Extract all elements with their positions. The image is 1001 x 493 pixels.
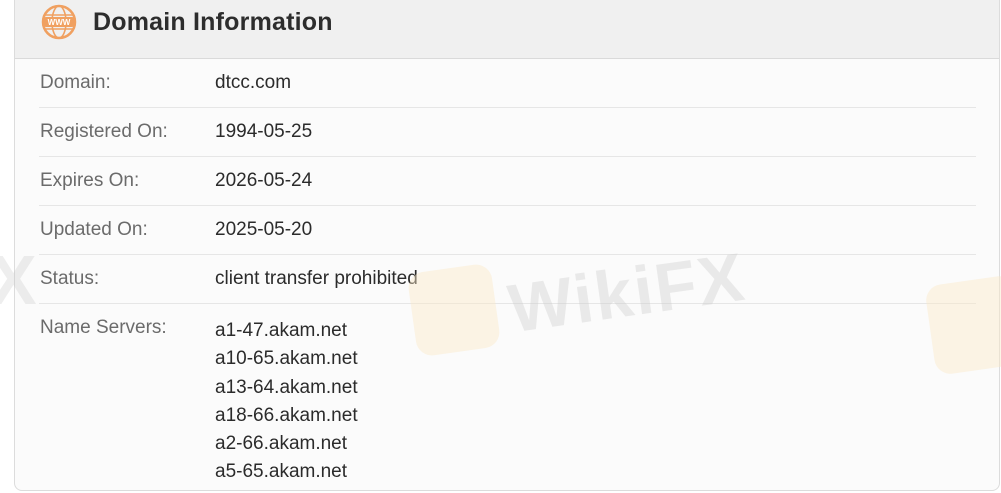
- row-label: Name Servers:: [40, 317, 167, 338]
- name-server-item: a13-64.akam.net: [215, 376, 358, 398]
- info-row-name-servers: Name Servers: a1-47.akam.net a10-65.akam…: [39, 303, 976, 490]
- row-label: Domain:: [40, 72, 111, 93]
- info-row-status: Status: client transfer prohibited: [39, 254, 976, 304]
- domain-information-card: WWW Domain Information Domain: dtcc.com …: [14, 0, 1000, 491]
- card-header: WWW Domain Information: [15, 0, 999, 59]
- row-value: client transfer prohibited: [215, 268, 418, 289]
- row-label: Updated On:: [40, 219, 148, 240]
- name-server-item: a1-47.akam.net: [215, 320, 348, 341]
- row-value: dtcc.com: [215, 72, 292, 93]
- row-label: Expires On:: [40, 170, 140, 191]
- info-row-domain: Domain: dtcc.com: [39, 58, 976, 108]
- row-label: Status:: [40, 268, 100, 289]
- row-value: 2025-05-20: [215, 219, 313, 240]
- name-server-item: a18-66.akam.net: [215, 404, 358, 426]
- info-row-expires-on: Expires On: 2026-05-24: [39, 156, 976, 206]
- info-row-registered-on: Registered On: 1994-05-25: [39, 107, 976, 157]
- row-label: Registered On:: [40, 121, 168, 142]
- page-title: Domain Information: [93, 8, 333, 36]
- row-value: 1994-05-25: [215, 121, 313, 142]
- name-server-list: a1-47.akam.net a10-65.akam.net a13-64.ak…: [215, 317, 358, 487]
- name-server-item: a5-65.akam.net: [215, 461, 348, 483]
- name-server-item: a10-65.akam.net: [215, 348, 358, 370]
- name-server-item: a2-66.akam.net: [215, 433, 348, 455]
- info-row-updated-on: Updated On: 2025-05-20: [39, 205, 976, 255]
- svg-text:WWW: WWW: [48, 18, 71, 27]
- www-globe-icon: WWW: [41, 4, 77, 40]
- row-value: 2026-05-24: [215, 170, 313, 191]
